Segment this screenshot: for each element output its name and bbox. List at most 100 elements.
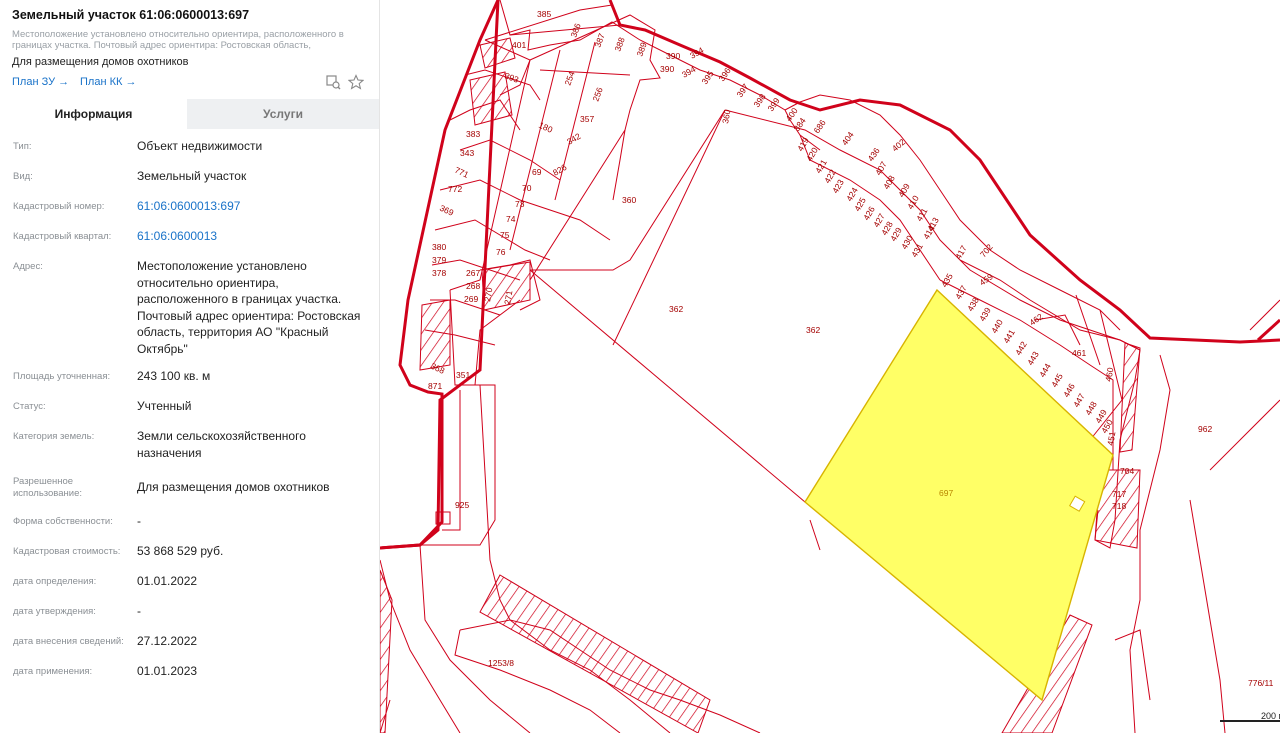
- parcel-label: 360: [622, 195, 636, 205]
- parcel-label: 395: [699, 69, 715, 87]
- parcel-label: 69: [532, 167, 542, 177]
- parcel-label: 267: [466, 268, 480, 278]
- info-label: Тип:: [13, 141, 32, 152]
- parcel-label: 360: [720, 108, 732, 124]
- parcel-label: 460: [1103, 366, 1115, 382]
- parcel-label: 387: [592, 32, 606, 49]
- parcel-label: 74: [506, 214, 516, 224]
- info-value: Учтенный: [137, 399, 192, 413]
- parcel-label: 269: [464, 294, 478, 304]
- info-value: 53 868 529 руб.: [137, 544, 224, 558]
- favorite-star-icon[interactable]: [347, 74, 365, 90]
- map-canvas[interactable]: 385 386 387 388 389 390 390 394 394 395 …: [380, 0, 1280, 733]
- info-label: Адрес:: [13, 261, 43, 272]
- parcel-label: 772: [448, 184, 462, 194]
- parcel-label: 826: [551, 162, 569, 178]
- parcel-label: 70: [522, 183, 532, 193]
- parcel-purpose: Для размещения домов охотников: [12, 56, 189, 68]
- info-row-area: Площадь уточненная: 243 100 кв. м: [0, 368, 379, 398]
- parcel-label: 442: [1013, 339, 1029, 357]
- info-row-status: Статус: Учтенный: [0, 398, 379, 428]
- parcel-address-summary: Местоположение установлено относительно …: [12, 29, 344, 51]
- info-label: дата внесения сведений:: [13, 636, 124, 647]
- parcel-label: 438: [965, 295, 981, 313]
- parcel-label: 379: [432, 255, 446, 265]
- info-row-permitted-use: Разрешенное использование: Для размещени…: [0, 473, 379, 513]
- info-value: Объект недвижимости: [137, 139, 263, 153]
- parcel-label: 871: [428, 381, 442, 391]
- parcel-label: 362: [669, 304, 683, 314]
- parcel-label: 397: [734, 82, 750, 100]
- parcel-label: 408: [881, 173, 897, 191]
- parcel-label: 771: [453, 165, 470, 180]
- info-label: Кадастровый квартал:: [13, 231, 112, 242]
- info-label: дата определения:: [13, 576, 97, 587]
- parcel-label: 441: [1001, 327, 1017, 345]
- parcel-label: 388: [612, 36, 626, 53]
- info-row-cadastral-value: Кадастровая стоимость: 53 868 529 руб.: [0, 543, 379, 573]
- parcel-label: 76: [496, 247, 506, 257]
- parcel-label: 686: [811, 118, 827, 136]
- info-label: Площадь уточненная:: [13, 371, 111, 382]
- plan-kk-link[interactable]: План КК →: [80, 76, 136, 88]
- measure-icon[interactable]: [325, 74, 341, 90]
- parcel-label: 357: [580, 114, 594, 124]
- info-value: 01.01.2022: [137, 574, 198, 588]
- parcel-label: 394: [680, 64, 698, 80]
- info-value: -: [137, 514, 141, 528]
- info-value: Земли сельскохозяйственного назначения: [137, 429, 306, 460]
- parcel-label: 407: [873, 159, 889, 177]
- parcel-label: 444: [1037, 361, 1053, 379]
- cadastral-quarter-link[interactable]: 61:06:0600013: [137, 228, 367, 245]
- parcel-label: 351: [456, 370, 470, 380]
- parcel-label: 342: [565, 131, 583, 147]
- info-row-determination-date: дата определения: 01.01.2022: [0, 573, 379, 603]
- info-row-application-date: дата применения: 01.01.2023: [0, 663, 379, 693]
- parcel-label: 385: [537, 9, 551, 19]
- parcel-label: 462: [1027, 311, 1045, 327]
- parcel-label: 390: [660, 64, 674, 74]
- parcel-label: 399: [765, 96, 781, 114]
- parcel-label: 461: [1072, 348, 1086, 358]
- parcel-label: 718: [1112, 501, 1126, 511]
- info-panel: Земельный участок 61:06:0600013:697 Мест…: [0, 0, 380, 733]
- tab-services[interactable]: Услуги: [187, 99, 379, 129]
- parcel-label: 437: [953, 283, 969, 301]
- info-row-address: Адрес: Местоположение установлено относи…: [0, 258, 379, 368]
- tab-info[interactable]: Информация: [0, 99, 187, 129]
- parcel-label: 383: [466, 129, 480, 139]
- parcel-label: 378: [432, 268, 446, 278]
- parcel-label: 962: [1198, 424, 1212, 434]
- info-row-cadastral-quarter: Кадастровый квартал: 61:06:0600013: [0, 228, 379, 258]
- parcel-label: 362: [806, 325, 820, 335]
- plan-zu-link[interactable]: План ЗУ →: [12, 76, 69, 88]
- scale-label: 200 м: [1261, 711, 1280, 721]
- parcel-label: 776/11: [1248, 678, 1274, 688]
- parcel-label: 73: [515, 199, 525, 209]
- parcel-label: 343: [460, 148, 474, 158]
- info-row-ownership: Форма собственности: -: [0, 513, 379, 543]
- cadastral-map[interactable]: 385 386 387 388 389 390 390 394 394 395 …: [380, 0, 1280, 733]
- info-value: 01.01.2023: [137, 664, 198, 678]
- parcel-label: 447: [1071, 391, 1087, 409]
- info-row-entry-date: дата внесения сведений: 27.12.2022: [0, 633, 379, 663]
- info-label: Разрешенное использование:: [13, 476, 83, 499]
- info-row-kind: Вид: Земельный участок: [0, 168, 379, 198]
- parcel-label: 256: [590, 86, 604, 103]
- parcel-label: 459: [977, 271, 995, 287]
- info-label: Категория земель:: [13, 431, 95, 442]
- panel-tabs: Информация Услуги: [0, 99, 379, 129]
- parcel-label: 451: [1105, 430, 1117, 446]
- info-row-approval-date: дата утверждения: -: [0, 603, 379, 633]
- parcel-697-label: 697: [939, 488, 953, 498]
- info-value: 243 100 кв. м: [137, 369, 211, 383]
- cadastral-number-link[interactable]: 61:06:0600013:697: [137, 198, 367, 215]
- parcel-label: 704: [1120, 466, 1134, 476]
- parcel-label: 268: [466, 281, 480, 291]
- parcel-label: 75: [500, 230, 510, 240]
- parcel-label: 404: [839, 130, 855, 148]
- info-label: Вид:: [13, 171, 33, 182]
- parcel-label: 717: [1112, 489, 1126, 499]
- parcel-label: 439: [977, 305, 993, 323]
- parcel-label: 417: [953, 243, 969, 261]
